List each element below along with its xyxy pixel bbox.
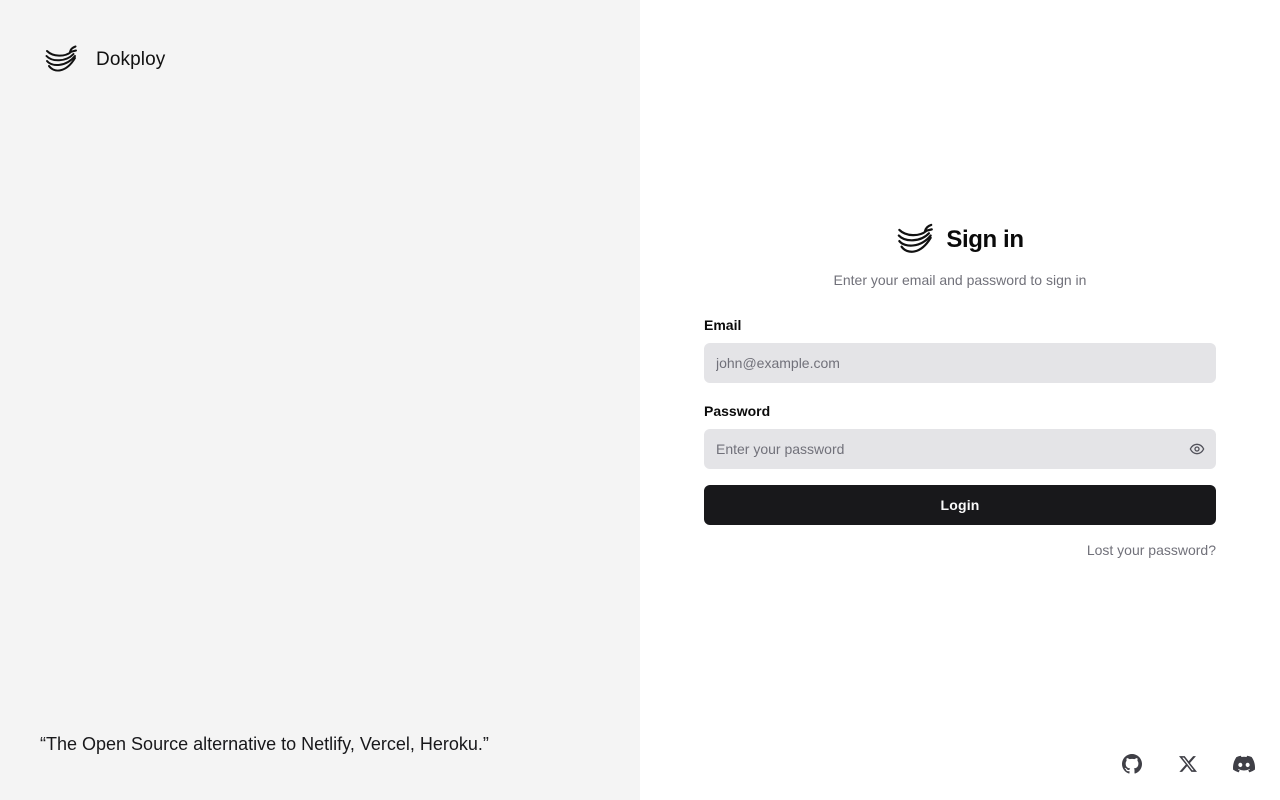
x-icon: [1179, 756, 1197, 772]
right-panel: Sign in Enter your email and password to…: [640, 0, 1280, 800]
toggle-password-visibility-button[interactable]: [1188, 440, 1206, 458]
password-field[interactable]: [704, 429, 1216, 469]
login-button[interactable]: Login: [704, 485, 1216, 525]
github-link[interactable]: [1120, 752, 1144, 776]
discord-link[interactable]: [1232, 752, 1256, 776]
lost-password-link[interactable]: Lost your password?: [704, 542, 1216, 558]
signin-header: Sign in: [704, 222, 1216, 258]
tagline-quote: “The Open Source alternative to Netlify,…: [40, 734, 489, 754]
dokploy-logo-icon: [898, 223, 934, 253]
password-field-container: [704, 429, 1216, 469]
x-link[interactable]: [1176, 752, 1200, 776]
left-panel: Dokploy “The Open Source alternative to …: [0, 0, 640, 800]
email-field[interactable]: [704, 343, 1216, 383]
brand[interactable]: Dokploy: [44, 44, 165, 76]
page-title: Sign in: [946, 226, 1024, 253]
discord-icon: [1233, 755, 1255, 773]
password-label: Password: [704, 403, 771, 419]
email-label: Email: [704, 317, 742, 333]
eye-icon: [1189, 443, 1205, 455]
page-subtitle: Enter your email and password to sign in: [833, 272, 1087, 288]
signin-form: Sign in Enter your email and password to…: [704, 222, 1216, 558]
social-links: [1120, 752, 1280, 776]
brand-name: Dokploy: [96, 49, 166, 70]
github-icon: [1122, 754, 1142, 774]
dokploy-logo-icon: [45, 45, 77, 72]
email-field-container: [704, 343, 1216, 383]
